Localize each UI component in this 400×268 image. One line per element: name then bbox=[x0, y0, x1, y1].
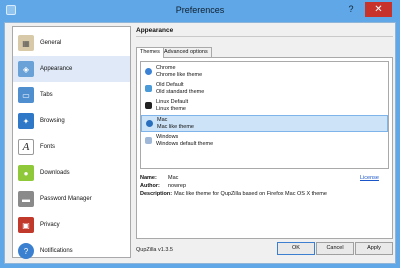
description-value: Mac like theme for QupZilla based on Fir… bbox=[174, 191, 327, 197]
theme-item-chrome[interactable]: Chrome Chrome like theme bbox=[141, 64, 388, 81]
sidebar-item-label: Privacy bbox=[40, 222, 60, 228]
detail-author-row: Author: nowrep bbox=[140, 183, 186, 189]
name-label: Name: bbox=[140, 175, 157, 181]
sidebar-item-label: Tabs bbox=[40, 92, 53, 98]
sidebar-item-browsing[interactable]: ✦ Browsing bbox=[13, 108, 130, 134]
fonts-icon: A bbox=[18, 139, 34, 155]
theme-item-old-default[interactable]: Old Default Old standard theme bbox=[141, 81, 388, 98]
general-icon: ▦ bbox=[18, 35, 34, 51]
sidebar-item-fonts[interactable]: A Fonts bbox=[13, 134, 130, 160]
close-icon: ✕ bbox=[374, 4, 383, 15]
themes-list[interactable]: Chrome Chrome like theme Old Default Old… bbox=[140, 61, 389, 169]
theme-item-windows[interactable]: Windows Windows default theme bbox=[141, 133, 388, 150]
sidebar-item-privacy[interactable]: ▣ Privacy bbox=[13, 212, 130, 238]
theme-description: Old standard theme bbox=[156, 89, 205, 95]
theme-description: Mac like theme bbox=[157, 124, 194, 130]
sidebar-item-tabs[interactable]: ▭ Tabs bbox=[13, 82, 130, 108]
title-bar[interactable]: Preferences ? ✕ bbox=[0, 0, 400, 22]
sidebar-item-password-manager[interactable]: ▬ Password Manager bbox=[13, 186, 130, 212]
windows-theme-icon bbox=[145, 137, 152, 144]
sidebar-item-label: Downloads bbox=[40, 170, 70, 176]
sidebar-item-downloads[interactable]: ● Downloads bbox=[13, 160, 130, 186]
sidebar-item-general[interactable]: ▦ General bbox=[13, 30, 130, 56]
password-manager-icon: ▬ bbox=[18, 191, 34, 207]
sidebar-item-label: Password Manager bbox=[40, 196, 92, 202]
theme-name: Old Default bbox=[156, 82, 184, 88]
tab-advanced-options[interactable]: Advanced options bbox=[160, 47, 212, 57]
old-default-theme-icon bbox=[145, 85, 152, 92]
tab-themes[interactable]: Themes bbox=[136, 47, 164, 58]
privacy-icon: ▣ bbox=[18, 217, 34, 233]
tabs-icon: ▭ bbox=[18, 87, 34, 103]
sidebar-item-appearance[interactable]: ◈ Appearance bbox=[13, 56, 130, 82]
theme-name: Linux Default bbox=[156, 99, 189, 105]
cancel-button[interactable]: Cancel bbox=[316, 242, 354, 255]
theme-name: Mac bbox=[157, 117, 168, 123]
author-value: nowrep bbox=[168, 183, 187, 189]
name-value: Mac bbox=[168, 175, 179, 181]
sidebar-item-label: General bbox=[40, 40, 62, 46]
author-label: Author: bbox=[140, 183, 160, 189]
theme-details: Name: Mac License Author: nowrep Descripti… bbox=[140, 175, 389, 215]
theme-name: Windows bbox=[156, 134, 179, 140]
sidebar-item-label: Browsing bbox=[40, 118, 65, 124]
sidebar-item-notifications[interactable]: ? Notifications bbox=[13, 238, 130, 264]
description-label: Description: bbox=[140, 191, 173, 197]
window-title: Preferences bbox=[175, 5, 225, 15]
license-link[interactable]: License bbox=[360, 175, 379, 181]
downloads-icon: ● bbox=[18, 165, 34, 181]
ok-button[interactable]: OK bbox=[277, 242, 315, 255]
detail-name-row: Name: Mac bbox=[140, 175, 178, 181]
browsing-icon: ✦ bbox=[18, 113, 34, 129]
chrome-theme-icon bbox=[145, 68, 152, 75]
sidebar-item-label: Fonts bbox=[40, 144, 56, 150]
theme-description: Windows default theme bbox=[156, 141, 214, 147]
appearance-icon: ◈ bbox=[18, 61, 34, 77]
theme-item-linux-default[interactable]: Linux Default Linux theme bbox=[141, 98, 388, 115]
linux-theme-icon bbox=[145, 102, 152, 109]
theme-item-mac[interactable]: Mac Mac like theme bbox=[141, 115, 388, 132]
theme-name: Chrome bbox=[156, 65, 176, 71]
apply-button[interactable]: Apply bbox=[355, 242, 393, 255]
page-title: Appearance bbox=[136, 27, 174, 34]
dialog-body: ▦ General ◈ Appearance ▭ Tabs ✦ Browsing… bbox=[4, 22, 396, 264]
theme-description: Linux theme bbox=[156, 106, 186, 112]
title-divider bbox=[136, 36, 393, 37]
version-label: QupZilla v1.3.5 bbox=[136, 247, 173, 253]
help-button[interactable]: ? bbox=[345, 4, 357, 16]
sidebar-item-label: Notifications bbox=[40, 248, 73, 254]
notifications-icon: ? bbox=[18, 243, 34, 259]
mac-theme-icon bbox=[146, 120, 153, 127]
theme-description: Chrome like theme bbox=[156, 72, 203, 78]
close-button[interactable]: ✕ bbox=[365, 2, 392, 17]
detail-description-row: Description: Mac like theme for QupZilla … bbox=[140, 191, 327, 197]
sidebar: ▦ General ◈ Appearance ▭ Tabs ✦ Browsing… bbox=[12, 26, 131, 259]
appearance-panel: Themes Advanced options Chrome Chrome li… bbox=[136, 47, 393, 239]
sidebar-item-label: Appearance bbox=[40, 66, 73, 72]
themes-tab-body: Chrome Chrome like theme Old Default Old… bbox=[136, 57, 393, 239]
preferences-window: Preferences ? ✕ ▦ General ◈ Appearance ▭… bbox=[0, 0, 400, 268]
